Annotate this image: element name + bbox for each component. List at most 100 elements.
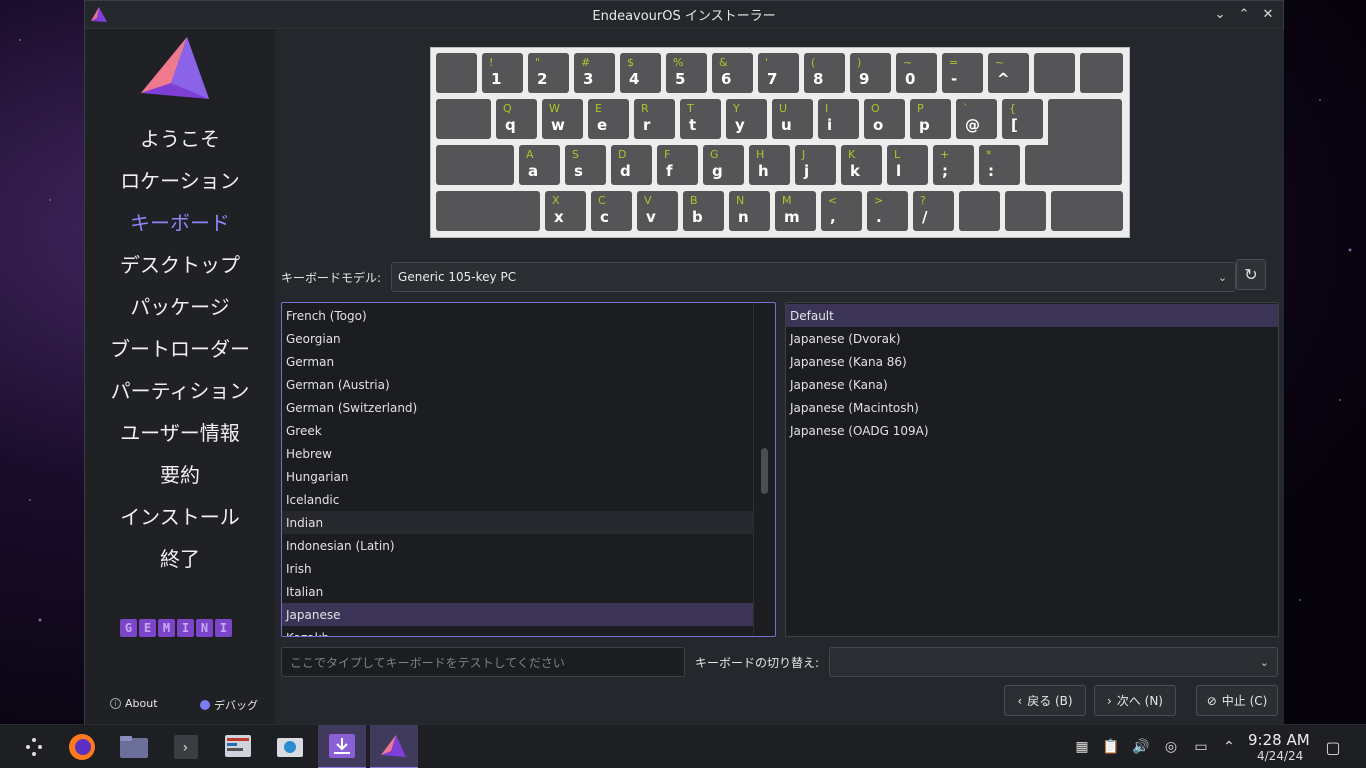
- endeavouros-task-icon[interactable]: [370, 725, 418, 768]
- keyboard-switch-combobox[interactable]: ⌄: [829, 647, 1278, 677]
- keyboard-key: Gg: [703, 145, 744, 185]
- layout-list-item[interactable]: Japanese: [282, 603, 754, 626]
- layout-list-scrollbar[interactable]: [753, 303, 775, 636]
- minimize-icon[interactable]: ⌄: [1211, 5, 1229, 23]
- variant-list-item[interactable]: Japanese (Kana 86): [786, 350, 1278, 373]
- key-shift-label: M: [782, 194, 792, 207]
- screenshot-icon[interactable]: [266, 725, 314, 768]
- reset-icon: ↻: [1244, 265, 1258, 284]
- display-icon[interactable]: ▭: [1191, 737, 1211, 757]
- keyboard-key: Ee: [588, 99, 629, 139]
- next-button[interactable]: › 次へ (N): [1094, 685, 1176, 716]
- layout-list-item[interactable]: Kazakh: [282, 626, 754, 637]
- key-base-label: u: [781, 116, 792, 134]
- system-monitor-icon[interactable]: [214, 725, 262, 768]
- key-shift-label: *: [986, 148, 992, 161]
- debug-dot-icon: [200, 700, 210, 710]
- variant-list-item[interactable]: Japanese (OADG 109A): [786, 419, 1278, 442]
- variant-list[interactable]: Default Japanese (Dvorak) Japanese (Kana 8…: [785, 302, 1279, 637]
- key-base-label: 7: [767, 70, 778, 88]
- layout-list-item[interactable]: Italian: [282, 580, 754, 603]
- keyboard-key: Tt: [680, 99, 721, 139]
- debug-toggle[interactable]: デバッグ: [200, 697, 258, 713]
- show-desktop-icon[interactable]: ▢: [1323, 737, 1343, 757]
- maximize-icon[interactable]: ⌃: [1235, 5, 1253, 23]
- keyboard-preview: ! 1 " 2 #3 $4% 5 & 6 ' 7(8) 9 ~0 = - ~ ^ Qq Ww Ee Rr Tt Yy Uu Ii…: [430, 47, 1130, 238]
- keyboard-model-combobox[interactable]: Generic 105-key PC ⌄: [391, 262, 1237, 292]
- firefox-icon[interactable]: [58, 725, 106, 768]
- back-button[interactable]: ‹ 戻る (B): [1004, 685, 1086, 716]
- chevron-up-icon[interactable]: ⌃: [1219, 737, 1239, 757]
- keyboard-test-input[interactable]: ここでタイプしてキーボードをテストしてください: [281, 647, 685, 677]
- key-base-label: c: [600, 208, 609, 226]
- chevron-right-icon: ›: [1107, 693, 1112, 708]
- layout-list-item[interactable]: French (Togo): [282, 304, 754, 327]
- layout-list-item[interactable]: German: [282, 350, 754, 373]
- keyboard-page: ! 1 " 2 #3 $4% 5 & 6 ' 7(8) 9 ~0 = - ~ ^ Qq Ww Ee Rr Tt Yy Uu Ii…: [275, 30, 1284, 724]
- layout-list-item[interactable]: Hebrew: [282, 442, 754, 465]
- chevron-left-icon: ‹: [1017, 693, 1023, 708]
- title-bar[interactable]: EndeavourOS インストーラー ⌄ ⌃ ✕: [85, 1, 1283, 29]
- terminal-icon[interactable]: ›: [162, 725, 210, 768]
- cancel-icon: ⊘: [1206, 693, 1217, 708]
- variant-list-item[interactable]: Japanese (Dvorak): [786, 327, 1278, 350]
- key-base-label: -: [951, 70, 958, 88]
- variant-list-item[interactable]: Japanese (Kana): [786, 373, 1278, 396]
- keyboard-key: [1080, 53, 1123, 93]
- keyboard-key: Ff: [657, 145, 698, 185]
- key-base-label: r: [643, 116, 651, 134]
- key-shift-label: J: [802, 148, 806, 161]
- key-shift-label: %: [673, 56, 684, 69]
- layout-list-item[interactable]: German (Switzerland): [282, 396, 754, 419]
- keyboard-key: <,: [821, 191, 862, 231]
- close-icon[interactable]: ✕: [1259, 5, 1277, 23]
- layout-list-item[interactable]: Hungarian: [282, 465, 754, 488]
- about-button[interactable]: i About: [110, 697, 158, 710]
- layout-list[interactable]: French (Togo) Georgian German German (Austr…: [281, 302, 776, 637]
- installer-task-icon[interactable]: [318, 725, 366, 768]
- layout-list-item[interactable]: Icelandic: [282, 488, 754, 511]
- svg-text:›: ›: [181, 740, 189, 756]
- key-base-label: 2: [537, 70, 548, 88]
- key-shift-label: !: [489, 56, 494, 69]
- brand-letter: G: [120, 619, 137, 637]
- volume-icon[interactable]: 🔊: [1131, 737, 1151, 757]
- variant-list-item[interactable]: Default: [786, 304, 1278, 327]
- key-shift-label: P: [917, 102, 924, 115]
- key-base-label: i: [827, 116, 833, 134]
- keyboard-key: [1005, 191, 1046, 231]
- key-shift-label: I: [825, 102, 829, 115]
- layout-list-item[interactable]: Indonesian (Latin): [282, 534, 754, 557]
- variant-list-item[interactable]: Japanese (Macintosh): [786, 396, 1278, 419]
- app-launcher-icon[interactable]: [10, 725, 58, 768]
- layout-list-item[interactable]: German (Austria): [282, 373, 754, 396]
- gemini-brand: GEMINI: [120, 619, 232, 637]
- reset-model-button[interactable]: ↻: [1236, 259, 1266, 290]
- scrollbar-thumb[interactable]: [761, 448, 768, 494]
- keyboard-key: Bb: [683, 191, 724, 231]
- keyboard-key: Mm: [775, 191, 816, 231]
- clock-date[interactable]: 4/24/24: [1257, 749, 1303, 763]
- brand-letter: M: [158, 619, 175, 637]
- layout-list-item[interactable]: Irish: [282, 557, 754, 580]
- clipboard-icon[interactable]: 📋: [1101, 737, 1121, 757]
- clock-time[interactable]: 9:28 AM: [1248, 731, 1310, 749]
- network-icon[interactable]: ◎: [1161, 737, 1181, 757]
- file-manager-icon[interactable]: [110, 725, 158, 768]
- keyboard-layout-icon[interactable]: ▦: [1072, 737, 1092, 757]
- key-base-label: ^: [997, 70, 1010, 88]
- layout-list-item[interactable]: Indian: [282, 511, 754, 534]
- layout-list-item[interactable]: Greek: [282, 419, 754, 442]
- cancel-button[interactable]: ⊘ 中止 (C): [1196, 685, 1278, 716]
- layout-list-item[interactable]: Georgian: [282, 327, 754, 350]
- keyboard-key: Ii: [818, 99, 859, 139]
- key-base-label: ,: [830, 208, 836, 226]
- key-shift-label: G: [710, 148, 719, 161]
- key-base-label: p: [919, 116, 930, 134]
- key-shift-label: N: [736, 194, 745, 207]
- key-base-label: s: [574, 162, 583, 180]
- keyboard-key: Kk: [841, 145, 882, 185]
- key-shift-label: T: [687, 102, 694, 115]
- key-base-label: g: [712, 162, 723, 180]
- key-shift-label: U: [779, 102, 788, 115]
